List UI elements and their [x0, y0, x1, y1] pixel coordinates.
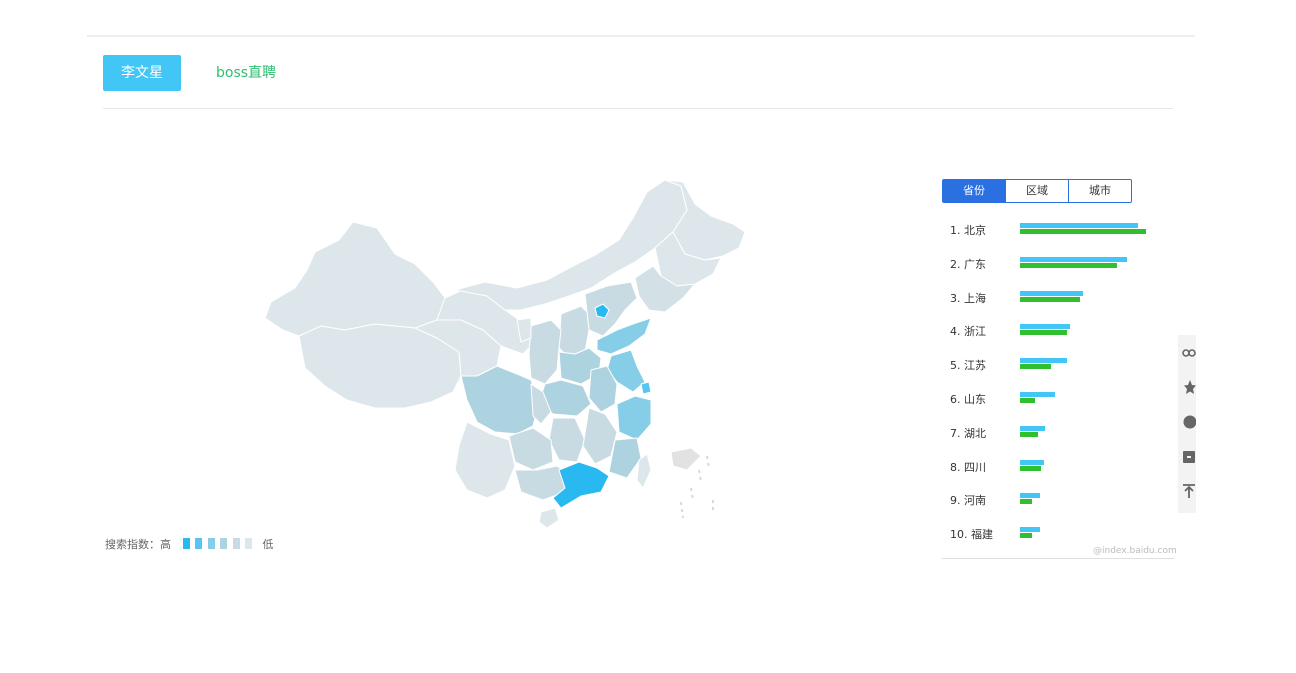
- ranking-label: 9. 河南: [950, 494, 986, 508]
- ranking-row: 7. 湖北: [942, 415, 1174, 449]
- ranking-label: 5. 江苏: [950, 359, 986, 373]
- ranking-bar-green: [1020, 229, 1146, 234]
- legend-swatch: [245, 538, 252, 549]
- ranking-label: 1. 北京: [950, 224, 986, 237]
- ranking-label: 10. 福建: [950, 528, 993, 542]
- legend-swatch: [207, 538, 215, 549]
- ranking-label: 4. 浙江: [950, 325, 986, 339]
- ranking-bar-green: [1020, 296, 1080, 302]
- map-region-sichuan[interactable]: [460, 365, 540, 435]
- map-region-zhejiang[interactable]: [616, 395, 652, 441]
- ranking-bar-blue: [1020, 527, 1040, 533]
- share-icon[interactable]: [1181, 345, 1196, 361]
- top-divider: [87, 35, 1195, 37]
- feedback-icon[interactable]: [1181, 449, 1196, 465]
- ranking-bar-green: [1020, 397, 1035, 403]
- ranking-row: 3. 上海: [942, 280, 1174, 314]
- tab-city[interactable]: 城市: [1068, 180, 1131, 202]
- ranking-row: 2. 广东: [942, 246, 1174, 280]
- legend-swatch: [182, 538, 190, 549]
- ranking-bar-blue: [1020, 425, 1045, 431]
- ranking-row: 9. 河南: [942, 482, 1174, 516]
- map-region-xinjiang[interactable]: [264, 221, 446, 337]
- ranking-bar-blue: [1020, 324, 1070, 330]
- back-to-top-icon[interactable]: [1181, 483, 1196, 499]
- map-region-hunan[interactable]: [548, 417, 586, 463]
- legend-label: 搜索指数：高: [105, 538, 171, 551]
- ranking-bar-green: [1020, 262, 1117, 268]
- map-region-fujian[interactable]: [608, 437, 642, 479]
- ranking-bar-green: [1020, 364, 1051, 370]
- ranking-bar-blue: [1020, 256, 1127, 262]
- legend: 搜索指数：高 低: [105, 536, 274, 552]
- legend-swatch: [195, 538, 202, 549]
- map-region-guizhou[interactable]: [508, 427, 554, 471]
- ranking-row: 1. 北京: [942, 212, 1174, 246]
- ranking-tabs: 省份 区域 城市: [942, 179, 1132, 203]
- ranking-bar-blue: [1020, 459, 1044, 465]
- ranking-divider: [942, 558, 1174, 559]
- help-icon[interactable]: [1181, 414, 1196, 430]
- section-divider: [103, 108, 1173, 109]
- legend-low-label: 低: [262, 538, 274, 551]
- ranking-bar-green: [1020, 330, 1067, 336]
- ranking-bar-blue: [1020, 223, 1138, 228]
- ranking-bar-blue: [1020, 358, 1067, 364]
- tab-region[interactable]: 区域: [1005, 180, 1068, 202]
- legend-swatch: [220, 538, 227, 549]
- ranking-row: 10. 福建: [942, 516, 1174, 550]
- ranking-label: 3. 上海: [950, 291, 986, 305]
- ranking-label: 6. 山东: [950, 392, 986, 406]
- ranking-bar-green: [1020, 431, 1038, 437]
- map-region-shaanxi[interactable]: [528, 319, 562, 385]
- ranking-row: 8. 四川: [942, 449, 1174, 483]
- ranking-label: 7. 湖北: [950, 426, 986, 440]
- south-china-sea-inset: [670, 447, 714, 519]
- ranking-bar-green: [1020, 465, 1041, 471]
- source-credit: @index.baidu.com: [1093, 546, 1177, 556]
- china-map: [264, 179, 746, 529]
- legend-swatch: [232, 538, 240, 549]
- ranking-row: 4. 浙江: [942, 313, 1174, 347]
- ranking-list: 1. 北京 2. 广东 3. 上海 4. 浙江 5. 江苏 6. 山东 7. 湖…: [942, 212, 1174, 550]
- ranking-bar-blue: [1020, 493, 1040, 499]
- ranking-bar-blue: [1020, 290, 1083, 296]
- map-region-hainan[interactable]: [538, 507, 560, 529]
- tab-province[interactable]: 省份: [943, 180, 1005, 202]
- map-region-shanghai[interactable]: [640, 381, 652, 395]
- ranking-label: 2. 广东: [950, 257, 986, 271]
- ranking-label: 8. 四川: [950, 460, 986, 474]
- ranking-bar-blue: [1020, 391, 1055, 397]
- ranking-row: 6. 山东: [942, 381, 1174, 415]
- ranking-bar-green: [1020, 499, 1032, 505]
- side-toolbar: [1178, 335, 1196, 513]
- star-icon[interactable]: [1181, 379, 1196, 395]
- keyword-tab-second[interactable]: boss直聘: [216, 55, 276, 91]
- ranking-bar-green: [1020, 533, 1032, 539]
- keyword-tab-active[interactable]: 李文星: [103, 55, 181, 91]
- ranking-row: 5. 江苏: [942, 347, 1174, 381]
